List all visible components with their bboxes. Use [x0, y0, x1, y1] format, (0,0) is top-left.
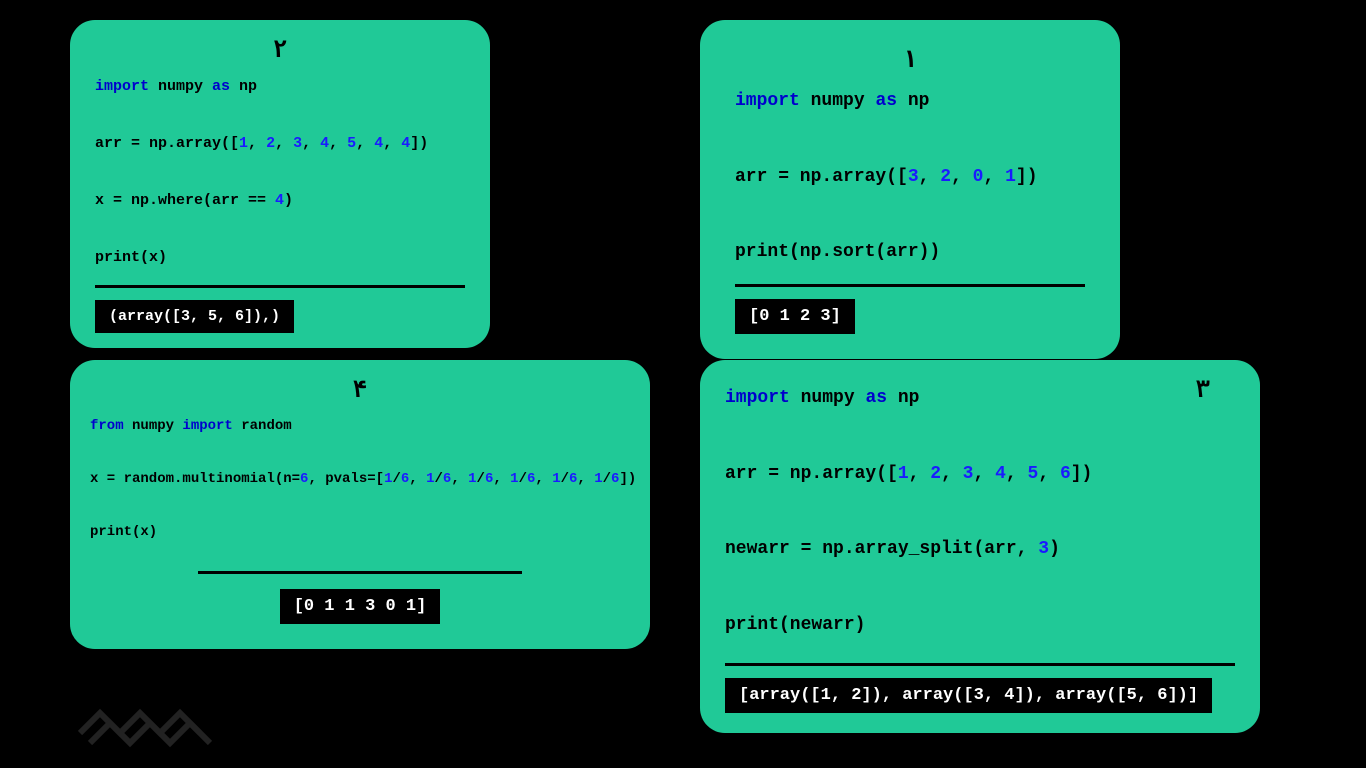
output: (array([3, 5, 6]),) — [95, 300, 294, 333]
code-card-2: ۲ import numpy as np arr = np.array([1, … — [70, 20, 490, 348]
code-block: import numpy as np arr = np.array([1, 2,… — [95, 73, 465, 273]
code-block: from numpy import random x = random.mult… — [90, 413, 630, 546]
output: [array([1, 2]), array([3, 4]), array([5,… — [725, 678, 1212, 713]
card-number: ۳ — [1196, 375, 1210, 405]
code-card-3: ۳ import numpy as np arr = np.array([1, … — [700, 360, 1260, 733]
code-card-1: ۱ import numpy as np arr = np.array([3, … — [700, 20, 1120, 359]
divider — [198, 571, 522, 574]
card-number: ۲ — [95, 35, 465, 65]
code-block: import numpy as np arr = np.array([1, 2,… — [725, 380, 1235, 645]
output: [0 1 2 3] — [735, 299, 855, 334]
code-card-4: ۴ from numpy import random x = random.mu… — [70, 360, 650, 649]
output-wrap: [0 1 2 3] — [735, 299, 1085, 334]
output: [0 1 1 3 0 1] — [280, 589, 441, 624]
divider — [95, 285, 465, 288]
card-number: ۱ — [735, 45, 1085, 75]
output-wrap: [0 1 1 3 0 1] — [90, 589, 630, 624]
card-number: ۴ — [90, 375, 630, 405]
code-block: import numpy as np arr = np.array([3, 2,… — [735, 83, 1085, 272]
logo-icon — [70, 688, 230, 758]
divider — [735, 284, 1085, 287]
divider — [725, 663, 1235, 666]
output-wrap: (array([3, 5, 6]),) — [95, 300, 465, 333]
output-wrap: [array([1, 2]), array([3, 4]), array([5,… — [725, 678, 1235, 713]
